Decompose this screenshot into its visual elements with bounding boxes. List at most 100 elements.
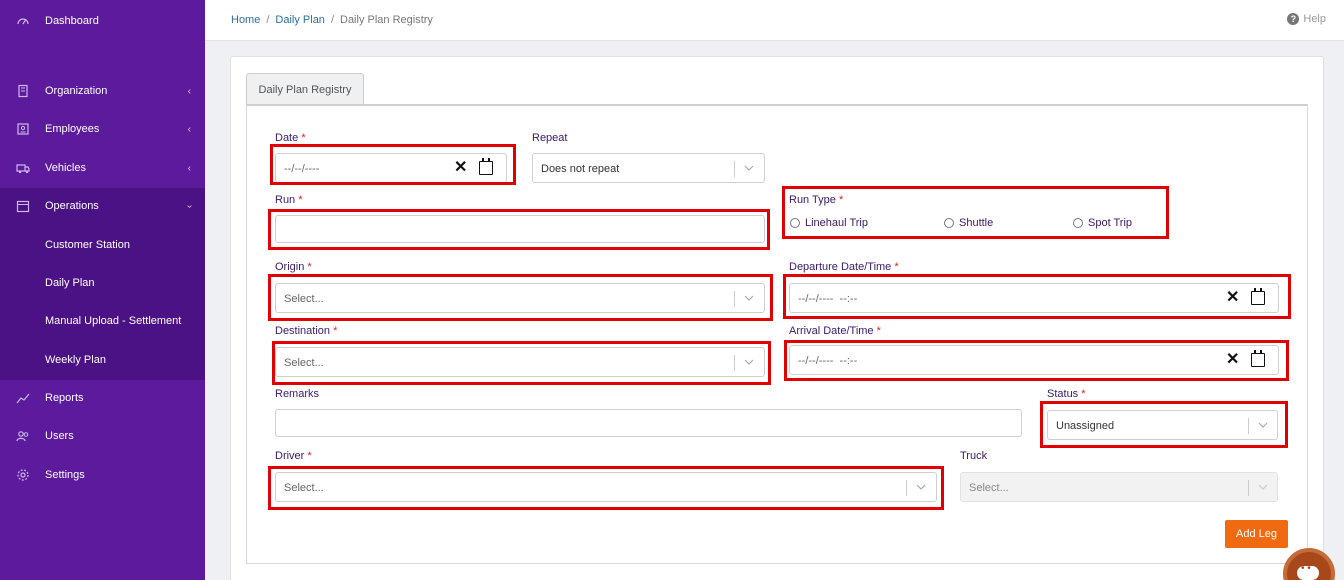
chevron-down-icon: ‹ bbox=[183, 204, 195, 208]
clear-icon[interactable]: ✕ bbox=[454, 160, 467, 176]
calendar-icon[interactable] bbox=[479, 158, 493, 175]
chevron-down-icon bbox=[744, 359, 754, 365]
status-select[interactable]: Unassigned bbox=[1047, 410, 1278, 440]
sidebar-item-label: Employees bbox=[45, 123, 100, 135]
sidebar-item-users[interactable]: Users bbox=[0, 417, 205, 455]
radio-label: Linehaul Trip bbox=[805, 217, 868, 229]
radio-circle[interactable] bbox=[944, 218, 954, 228]
users-icon bbox=[16, 431, 29, 442]
chevron-left-icon: ‹ bbox=[187, 85, 191, 97]
chevron-down-icon bbox=[1258, 484, 1268, 490]
driver-label: Driver * bbox=[275, 450, 312, 462]
repeat-label: Repeat bbox=[532, 132, 568, 144]
building-icon bbox=[18, 84, 28, 98]
radio-spot-trip[interactable]: Spot Trip bbox=[1073, 217, 1132, 229]
sidebar: Dashboard Organization ‹ Employees ‹ Veh… bbox=[0, 0, 205, 580]
id-card-icon bbox=[17, 123, 29, 135]
sidebar-item-label: Vehicles bbox=[45, 162, 86, 174]
sidebar-item-organization[interactable]: Organization ‹ bbox=[0, 72, 205, 110]
chart-line-icon bbox=[16, 393, 30, 404]
date-input[interactable]: --/--/---- ✕ bbox=[275, 153, 507, 183]
chevron-down-icon bbox=[1258, 422, 1268, 428]
calendar-icon[interactable] bbox=[1251, 350, 1265, 367]
sidebar-subitem-label: Manual Upload - Settlement bbox=[45, 315, 182, 327]
arrival-datetime-input[interactable]: --/--/---- --:-- ✕ bbox=[789, 345, 1279, 375]
sidebar-item-label: Settings bbox=[45, 469, 85, 481]
sidebar-subitem-weekly-plan[interactable]: Weekly Plan bbox=[0, 341, 205, 379]
destination-label: Destination * bbox=[275, 325, 338, 337]
radio-circle[interactable] bbox=[1073, 218, 1083, 228]
date-placeholder: --/--/---- bbox=[284, 163, 320, 175]
help-label: Help bbox=[1303, 13, 1326, 25]
sidebar-item-operations[interactable]: Operations ‹ bbox=[0, 187, 205, 225]
sidebar-subitem-customer-station[interactable]: Customer Station bbox=[0, 226, 205, 264]
driver-select[interactable]: Select... bbox=[275, 472, 937, 502]
clear-icon[interactable]: ✕ bbox=[1226, 352, 1239, 368]
radio-circle[interactable] bbox=[790, 218, 800, 228]
sidebar-item-employees[interactable]: Employees ‹ bbox=[0, 110, 205, 148]
run-input[interactable] bbox=[275, 215, 765, 243]
chat-icon bbox=[1297, 563, 1319, 580]
chevron-down-icon bbox=[916, 484, 926, 490]
top-bar: Home / Daily Plan / Daily Plan Registry ? He… bbox=[205, 0, 1344, 41]
breadcrumb-separator: / bbox=[266, 14, 270, 26]
select-divider bbox=[1248, 480, 1249, 496]
sidebar-item-label: Organization bbox=[45, 85, 108, 97]
breadcrumb: Home / Daily Plan / Daily Plan Registry bbox=[231, 14, 433, 26]
dashboard-icon bbox=[17, 18, 29, 25]
tab-daily-plan-registry[interactable]: Daily Plan Registry bbox=[246, 73, 364, 105]
truck-icon bbox=[16, 164, 30, 174]
chevron-down-icon bbox=[744, 295, 754, 301]
origin-select[interactable]: Select... bbox=[275, 283, 765, 313]
add-leg-button[interactable]: Add Leg bbox=[1225, 520, 1288, 548]
origin-placeholder: Select... bbox=[284, 293, 324, 305]
departure-datetime-input[interactable]: --/--/---- --:-- ✕ bbox=[789, 283, 1279, 313]
calendar-icon[interactable] bbox=[1251, 288, 1265, 305]
date-label: Date * bbox=[275, 132, 306, 144]
remarks-input[interactable] bbox=[275, 409, 1022, 437]
sidebar-subitem-label: Customer Station bbox=[45, 239, 130, 251]
select-divider bbox=[734, 355, 735, 371]
chevron-left-icon: ‹ bbox=[187, 123, 191, 135]
truck-label: Truck bbox=[960, 450, 988, 462]
sidebar-subitem-label: Daily Plan bbox=[45, 277, 95, 289]
calendar-icon bbox=[16, 200, 30, 213]
arrival-placeholder: --/--/---- --:-- bbox=[798, 355, 858, 367]
select-divider bbox=[734, 161, 735, 177]
chevron-left-icon: ‹ bbox=[187, 162, 191, 174]
select-divider bbox=[1248, 418, 1249, 434]
run-type-label: Run Type * bbox=[789, 194, 844, 206]
repeat-select[interactable]: Does not repeat bbox=[532, 153, 765, 183]
arrival-label: Arrival Date/Time * bbox=[789, 325, 881, 337]
clear-icon[interactable]: ✕ bbox=[1226, 290, 1239, 306]
help-link[interactable]: ? Help bbox=[1287, 13, 1326, 25]
status-value: Unassigned bbox=[1056, 420, 1115, 432]
sidebar-subitem-manual-upload[interactable]: Manual Upload - Settlement bbox=[0, 302, 205, 340]
destination-placeholder: Select... bbox=[284, 357, 324, 369]
sidebar-item-label: Operations bbox=[45, 200, 99, 212]
gear-icon bbox=[17, 469, 29, 481]
sidebar-item-settings[interactable]: Settings bbox=[0, 456, 205, 494]
sidebar-item-dashboard[interactable]: Dashboard bbox=[0, 2, 205, 40]
departure-label: Departure Date/Time * bbox=[789, 261, 899, 273]
breadcrumb-home-link[interactable]: Home bbox=[231, 14, 260, 26]
select-divider bbox=[734, 291, 735, 307]
sidebar-item-vehicles[interactable]: Vehicles ‹ bbox=[0, 149, 205, 187]
breadcrumb-current: Daily Plan Registry bbox=[340, 14, 433, 26]
breadcrumb-daily-plan-link[interactable]: Daily Plan bbox=[275, 14, 325, 26]
sidebar-subitem-label: Weekly Plan bbox=[45, 354, 106, 366]
sidebar-item-label: Dashboard bbox=[45, 15, 99, 27]
truck-placeholder: Select... bbox=[969, 482, 1009, 494]
status-label: Status * bbox=[1047, 388, 1086, 400]
sidebar-subitem-daily-plan[interactable]: Daily Plan bbox=[0, 264, 205, 302]
sidebar-item-label: Reports bbox=[45, 392, 84, 404]
driver-placeholder: Select... bbox=[284, 482, 324, 494]
radio-shuttle[interactable]: Shuttle bbox=[944, 217, 993, 229]
sidebar-item-reports[interactable]: Reports bbox=[0, 379, 205, 417]
destination-select[interactable]: Select... bbox=[275, 347, 765, 377]
help-icon: ? bbox=[1287, 13, 1300, 25]
repeat-value: Does not repeat bbox=[541, 163, 620, 175]
run-label: Run * bbox=[275, 194, 303, 206]
radio-linehaul-trip[interactable]: Linehaul Trip bbox=[790, 217, 868, 229]
radio-label: Spot Trip bbox=[1088, 217, 1133, 229]
